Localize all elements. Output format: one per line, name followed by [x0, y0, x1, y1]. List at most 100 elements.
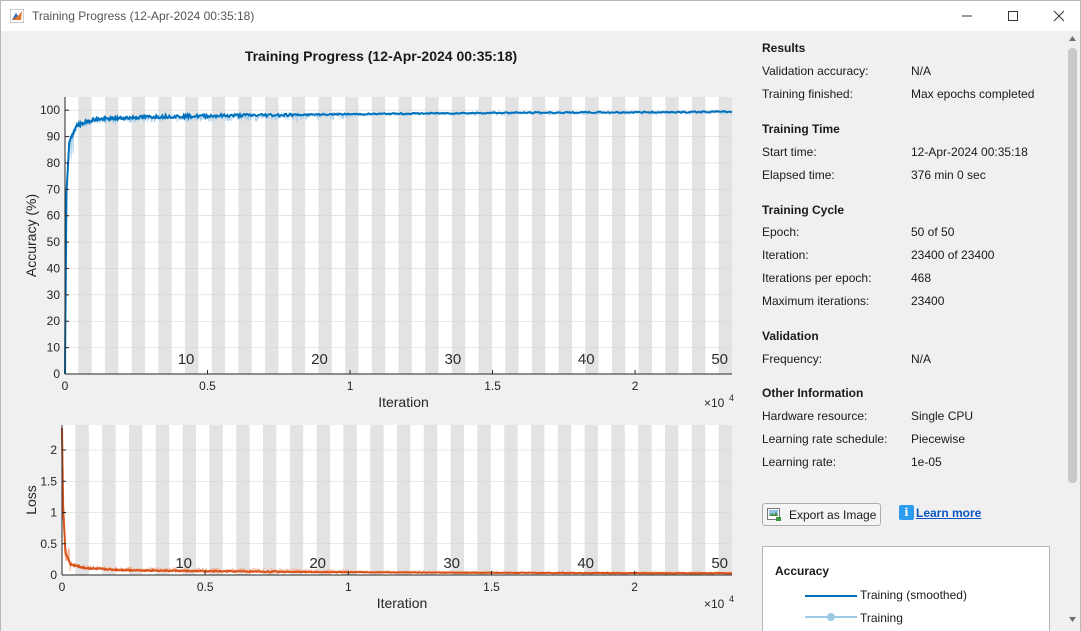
- epoch-stripe: [316, 425, 330, 575]
- epoch-stripe: [665, 425, 679, 575]
- y-tick-label: 70: [47, 182, 61, 196]
- legend-heading: Accuracy: [775, 564, 830, 578]
- y-axis-label: Accuracy (%): [23, 194, 39, 277]
- epoch-stripe: [263, 425, 277, 575]
- epoch-stripe: [236, 425, 250, 575]
- training-time-heading: Training Time: [762, 122, 840, 136]
- matlab-icon: [10, 9, 24, 23]
- epoch-stripe: [158, 97, 172, 374]
- other-information-heading: Other Information: [762, 386, 864, 400]
- y-tick-label: 2: [50, 443, 57, 457]
- row-label: Start time:: [762, 145, 817, 159]
- epoch-stripe: [691, 425, 706, 575]
- row-label: Learning rate schedule:: [762, 432, 888, 446]
- x-tick-label: 1.5: [483, 580, 500, 594]
- legend-smoothed-swatch: [805, 595, 857, 597]
- x-tick-label: 0: [59, 580, 66, 594]
- legend-smoothed-label: Training (smoothed): [860, 588, 967, 602]
- x-tick-label: 0.5: [199, 379, 216, 393]
- epoch-label: 40: [577, 555, 594, 572]
- row-label: Iterations per epoch:: [762, 271, 872, 285]
- row-value: 12-Apr-2024 00:35:18: [911, 145, 1028, 159]
- epoch-stripe: [718, 425, 732, 575]
- y-tick-label: 1: [50, 506, 57, 520]
- info-icon: i: [899, 505, 914, 520]
- export-button-label: Export as Image: [789, 508, 877, 522]
- epoch-stripe: [155, 425, 170, 575]
- row-value: Max epochs completed: [911, 87, 1035, 101]
- row-label: Frequency:: [762, 352, 823, 366]
- close-button[interactable]: [1036, 1, 1081, 31]
- epoch-stripe: [505, 97, 519, 374]
- y-tick-label: 10: [47, 341, 61, 355]
- epoch-stripe: [182, 425, 196, 575]
- x-exponent-label: ×10: [704, 396, 725, 410]
- epoch-stripe: [531, 97, 546, 374]
- row-value: N/A: [911, 352, 932, 366]
- x-exponent-label: ×10: [704, 597, 725, 611]
- y-tick-label: 0: [50, 568, 57, 582]
- title-bar: Training Progress (12-Apr-2024 00:35:18): [1, 1, 1080, 31]
- learn-more-link[interactable]: Learn more: [916, 506, 981, 520]
- epoch-stripe: [451, 97, 466, 374]
- minimize-button[interactable]: [944, 1, 990, 31]
- epoch-stripe: [531, 425, 545, 575]
- y-tick-label: 60: [47, 209, 61, 223]
- x-tick-label: 0.5: [197, 580, 214, 594]
- epoch-label: 20: [309, 555, 326, 572]
- epoch-stripe: [450, 425, 464, 575]
- row-label: Validation accuracy:: [762, 64, 869, 78]
- scroll-down-icon[interactable]: [1069, 617, 1076, 622]
- epoch-stripe: [665, 97, 679, 374]
- epoch-stripe: [209, 425, 223, 575]
- row-value: 23400: [911, 294, 945, 308]
- window-title: Training Progress (12-Apr-2024 00:35:18): [32, 9, 255, 23]
- y-tick-label: 30: [47, 288, 61, 302]
- epoch-stripe: [238, 97, 252, 374]
- epoch-stripe: [691, 97, 706, 374]
- y-tick-label: 40: [47, 261, 61, 275]
- minimize-icon: [962, 15, 972, 17]
- training-plots: 10 20 30 40 5001020304050607080901000 0.5 1 1.5…: [23, 97, 734, 611]
- scroll-up-icon[interactable]: [1069, 36, 1076, 41]
- x-exponent-power: 4: [729, 594, 734, 604]
- row-value: Single CPU: [911, 409, 974, 423]
- epoch-stripe: [557, 425, 572, 575]
- row-value: N/A: [911, 64, 932, 78]
- y-tick-label: 20: [47, 314, 61, 328]
- vertical-scrollbar[interactable]: [1065, 32, 1080, 631]
- export-as-image-button[interactable]: Export as Image: [762, 503, 881, 526]
- epoch-stripe: [75, 425, 89, 575]
- epoch-label: 30: [445, 351, 462, 368]
- x-tick-label: 2: [632, 379, 639, 393]
- epoch-stripe: [78, 97, 92, 374]
- y-tick-label: 0.5: [40, 537, 57, 551]
- legend-box: Accuracy Training (smoothed) Training: [762, 546, 1050, 631]
- epoch-stripe: [423, 425, 438, 575]
- epoch-stripe: [318, 97, 332, 374]
- legend-raw-swatch: [805, 613, 857, 621]
- epoch-stripe: [638, 97, 652, 374]
- epoch-stripe: [131, 97, 146, 374]
- epoch-stripe: [289, 425, 304, 575]
- content-area: Training Progress (12-Apr-2024 00:35:18)…: [1, 32, 1080, 631]
- epoch-stripe: [611, 97, 626, 374]
- scroll-thumb[interactable]: [1068, 48, 1077, 483]
- epoch-stripe: [370, 425, 384, 575]
- row-label: Training finished:: [762, 87, 853, 101]
- epoch-stripe: [398, 97, 412, 374]
- epoch-stripe: [585, 97, 599, 374]
- x-tick-label: 1.5: [484, 379, 501, 393]
- y-tick-label: 90: [47, 130, 61, 144]
- training-cycle-heading: Training Cycle: [762, 203, 845, 217]
- x-tick-label: 1: [347, 379, 354, 393]
- row-label: Epoch:: [762, 225, 800, 239]
- maximize-button[interactable]: [990, 1, 1036, 31]
- row-value: 376 min 0 sec: [911, 168, 986, 182]
- row-value: Piecewise: [911, 432, 966, 446]
- epoch-stripe: [185, 97, 199, 374]
- row-label: Learning rate:: [762, 455, 837, 469]
- epoch-label: 50: [711, 555, 728, 572]
- epoch-stripe: [129, 425, 143, 575]
- epoch-stripe: [425, 97, 439, 374]
